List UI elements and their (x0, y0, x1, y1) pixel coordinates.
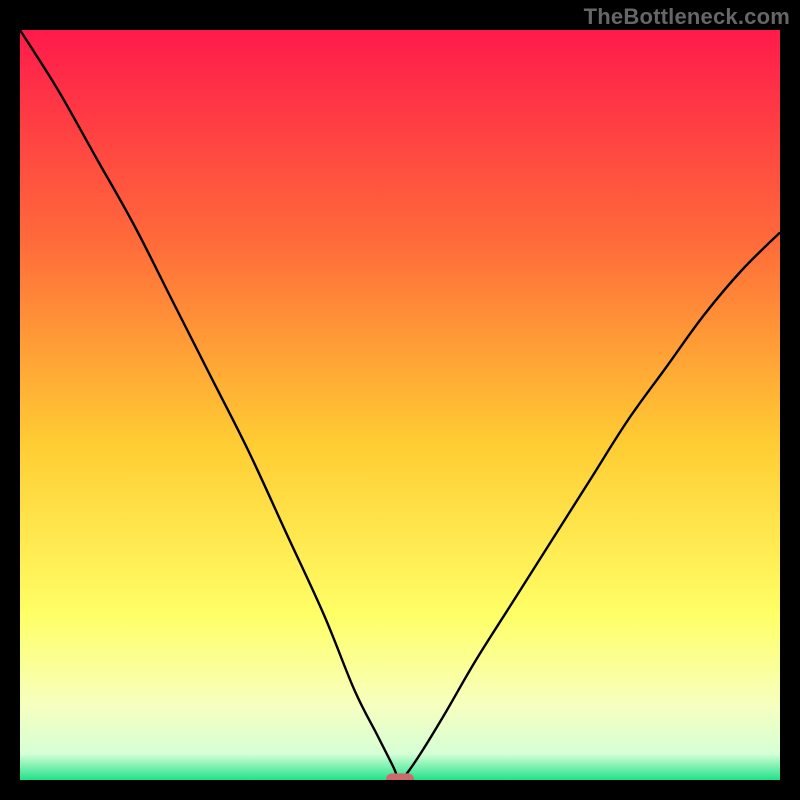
watermark-text: TheBottleneck.com (584, 4, 790, 30)
chart-frame: TheBottleneck.com (0, 0, 800, 800)
plot-svg (20, 30, 780, 780)
optimal-marker (386, 773, 414, 780)
plot-area (20, 30, 780, 780)
gradient-background (20, 30, 780, 780)
